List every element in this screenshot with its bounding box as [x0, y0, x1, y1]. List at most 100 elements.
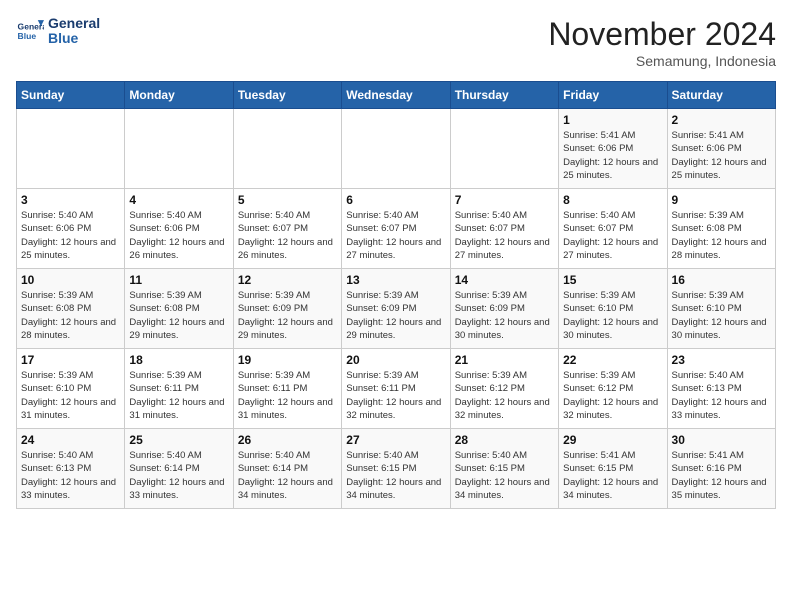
day-info: Sunrise: 5:40 AM Sunset: 6:07 PM Dayligh…	[346, 209, 445, 262]
calendar-cell	[125, 109, 233, 189]
day-info: Sunrise: 5:39 AM Sunset: 6:09 PM Dayligh…	[346, 289, 445, 342]
day-info: Sunrise: 5:40 AM Sunset: 6:14 PM Dayligh…	[238, 449, 337, 502]
day-number: 22	[563, 353, 662, 367]
logo-icon: General Blue	[16, 17, 44, 45]
day-info: Sunrise: 5:41 AM Sunset: 6:06 PM Dayligh…	[563, 129, 662, 182]
calendar-cell: 19Sunrise: 5:39 AM Sunset: 6:11 PM Dayli…	[233, 349, 341, 429]
calendar-cell: 8 Sunrise: 5:40 AM Sunset: 6:07 PM Daylig…	[559, 189, 667, 269]
calendar-cell: 17 Sunrise: 5:39 AM Sunset: 6:10 PM Dayli…	[17, 349, 125, 429]
calendar-cell: 13Sunrise: 5:39 AM Sunset: 6:09 PM Dayli…	[342, 269, 450, 349]
weekday-header-friday: Friday	[559, 82, 667, 109]
day-info: Sunrise: 5:39 AM Sunset: 6:09 PM Dayligh…	[455, 289, 554, 342]
calendar-cell: 29 Sunrise: 5:41 AM Sunset: 6:15 PM Dayli…	[559, 429, 667, 509]
day-number: 24	[21, 433, 120, 447]
day-number: 1	[563, 113, 662, 127]
day-info: Sunrise: 5:39 AM Sunset: 6:12 PM Dayligh…	[455, 369, 554, 422]
day-info: Sunrise: 5:40 AM Sunset: 6:07 PM Dayligh…	[455, 209, 554, 262]
day-info: Sunrise: 5:39 AM Sunset: 6:09 PM Dayligh…	[238, 289, 337, 342]
calendar-table: SundayMondayTuesdayWednesdayThursdayFrid…	[16, 81, 776, 509]
calendar-cell: 26 Sunrise: 5:40 AM Sunset: 6:14 PM Dayli…	[233, 429, 341, 509]
weekday-header-monday: Monday	[125, 82, 233, 109]
day-info: Sunrise: 5:39 AM Sunset: 6:10 PM Dayligh…	[672, 289, 771, 342]
svg-text:Blue: Blue	[18, 31, 37, 41]
title-block: November 2024 Semamung, Indonesia	[548, 16, 776, 69]
day-info: Sunrise: 5:39 AM Sunset: 6:11 PM Dayligh…	[238, 369, 337, 422]
day-number: 28	[455, 433, 554, 447]
calendar-cell: 11Sunrise: 5:39 AM Sunset: 6:08 PM Dayli…	[125, 269, 233, 349]
day-number: 18	[129, 353, 228, 367]
calendar-cell: 30 Sunrise: 5:41 AM Sunset: 6:16 PM Dayli…	[667, 429, 775, 509]
logo-text-blue: Blue	[48, 31, 100, 46]
page-header: General Blue General Blue November 2024 …	[16, 16, 776, 69]
calendar-cell: 12Sunrise: 5:39 AM Sunset: 6:09 PM Dayli…	[233, 269, 341, 349]
calendar-cell: 9 Sunrise: 5:39 AM Sunset: 6:08 PM Daylig…	[667, 189, 775, 269]
weekday-header-sunday: Sunday	[17, 82, 125, 109]
logo: General Blue General Blue	[16, 16, 100, 47]
weekday-header-wednesday: Wednesday	[342, 82, 450, 109]
calendar-cell: 27 Sunrise: 5:40 AM Sunset: 6:15 PM Dayli…	[342, 429, 450, 509]
day-number: 10	[21, 273, 120, 287]
calendar-week-row: 1 Sunrise: 5:41 AM Sunset: 6:06 PM Daylig…	[17, 109, 776, 189]
day-number: 30	[672, 433, 771, 447]
day-number: 21	[455, 353, 554, 367]
day-number: 23	[672, 353, 771, 367]
day-number: 7	[455, 193, 554, 207]
calendar-cell: 1 Sunrise: 5:41 AM Sunset: 6:06 PM Daylig…	[559, 109, 667, 189]
calendar-cell: 25 Sunrise: 5:40 AM Sunset: 6:14 PM Dayli…	[125, 429, 233, 509]
day-number: 8	[563, 193, 662, 207]
calendar-cell: 2 Sunrise: 5:41 AM Sunset: 6:06 PM Daylig…	[667, 109, 775, 189]
weekday-header-saturday: Saturday	[667, 82, 775, 109]
day-info: Sunrise: 5:40 AM Sunset: 6:06 PM Dayligh…	[129, 209, 228, 262]
day-info: Sunrise: 5:40 AM Sunset: 6:06 PM Dayligh…	[21, 209, 120, 262]
day-info: Sunrise: 5:39 AM Sunset: 6:08 PM Dayligh…	[672, 209, 771, 262]
calendar-week-row: 24 Sunrise: 5:40 AM Sunset: 6:13 PM Dayli…	[17, 429, 776, 509]
day-info: Sunrise: 5:39 AM Sunset: 6:12 PM Dayligh…	[563, 369, 662, 422]
calendar-cell: 28Sunrise: 5:40 AM Sunset: 6:15 PM Dayli…	[450, 429, 558, 509]
calendar-cell	[233, 109, 341, 189]
location-subtitle: Semamung, Indonesia	[548, 53, 776, 69]
calendar-cell: 4 Sunrise: 5:40 AM Sunset: 6:06 PM Daylig…	[125, 189, 233, 269]
calendar-week-row: 10 Sunrise: 5:39 AM Sunset: 6:08 PM Dayli…	[17, 269, 776, 349]
day-info: Sunrise: 5:40 AM Sunset: 6:13 PM Dayligh…	[672, 369, 771, 422]
day-number: 20	[346, 353, 445, 367]
calendar-cell	[342, 109, 450, 189]
calendar-cell: 20 Sunrise: 5:39 AM Sunset: 6:11 PM Dayli…	[342, 349, 450, 429]
calendar-cell: 5 Sunrise: 5:40 AM Sunset: 6:07 PM Daylig…	[233, 189, 341, 269]
day-info: Sunrise: 5:39 AM Sunset: 6:11 PM Dayligh…	[346, 369, 445, 422]
calendar-cell: 24 Sunrise: 5:40 AM Sunset: 6:13 PM Dayli…	[17, 429, 125, 509]
day-info: Sunrise: 5:41 AM Sunset: 6:15 PM Dayligh…	[563, 449, 662, 502]
weekday-header-row: SundayMondayTuesdayWednesdayThursdayFrid…	[17, 82, 776, 109]
day-number: 17	[21, 353, 120, 367]
day-number: 6	[346, 193, 445, 207]
day-info: Sunrise: 5:40 AM Sunset: 6:07 PM Dayligh…	[238, 209, 337, 262]
day-info: Sunrise: 5:41 AM Sunset: 6:06 PM Dayligh…	[672, 129, 771, 182]
day-number: 5	[238, 193, 337, 207]
day-info: Sunrise: 5:40 AM Sunset: 6:13 PM Dayligh…	[21, 449, 120, 502]
calendar-cell: 23 Sunrise: 5:40 AM Sunset: 6:13 PM Dayli…	[667, 349, 775, 429]
calendar-cell: 16Sunrise: 5:39 AM Sunset: 6:10 PM Dayli…	[667, 269, 775, 349]
calendar-cell: 14 Sunrise: 5:39 AM Sunset: 6:09 PM Dayli…	[450, 269, 558, 349]
day-number: 3	[21, 193, 120, 207]
day-info: Sunrise: 5:40 AM Sunset: 6:07 PM Dayligh…	[563, 209, 662, 262]
day-number: 14	[455, 273, 554, 287]
day-info: Sunrise: 5:39 AM Sunset: 6:10 PM Dayligh…	[21, 369, 120, 422]
day-number: 25	[129, 433, 228, 447]
day-info: Sunrise: 5:40 AM Sunset: 6:15 PM Dayligh…	[346, 449, 445, 502]
calendar-cell: 6 Sunrise: 5:40 AM Sunset: 6:07 PM Daylig…	[342, 189, 450, 269]
day-info: Sunrise: 5:40 AM Sunset: 6:14 PM Dayligh…	[129, 449, 228, 502]
calendar-cell	[17, 109, 125, 189]
day-number: 9	[672, 193, 771, 207]
day-number: 4	[129, 193, 228, 207]
weekday-header-tuesday: Tuesday	[233, 82, 341, 109]
logo-text-general: General	[48, 16, 100, 31]
day-number: 11	[129, 273, 228, 287]
day-number: 29	[563, 433, 662, 447]
calendar-cell: 18Sunrise: 5:39 AM Sunset: 6:11 PM Dayli…	[125, 349, 233, 429]
day-number: 2	[672, 113, 771, 127]
day-info: Sunrise: 5:41 AM Sunset: 6:16 PM Dayligh…	[672, 449, 771, 502]
day-number: 27	[346, 433, 445, 447]
calendar-week-row: 17 Sunrise: 5:39 AM Sunset: 6:10 PM Dayli…	[17, 349, 776, 429]
calendar-cell: 3 Sunrise: 5:40 AM Sunset: 6:06 PM Daylig…	[17, 189, 125, 269]
day-number: 26	[238, 433, 337, 447]
day-info: Sunrise: 5:39 AM Sunset: 6:08 PM Dayligh…	[21, 289, 120, 342]
